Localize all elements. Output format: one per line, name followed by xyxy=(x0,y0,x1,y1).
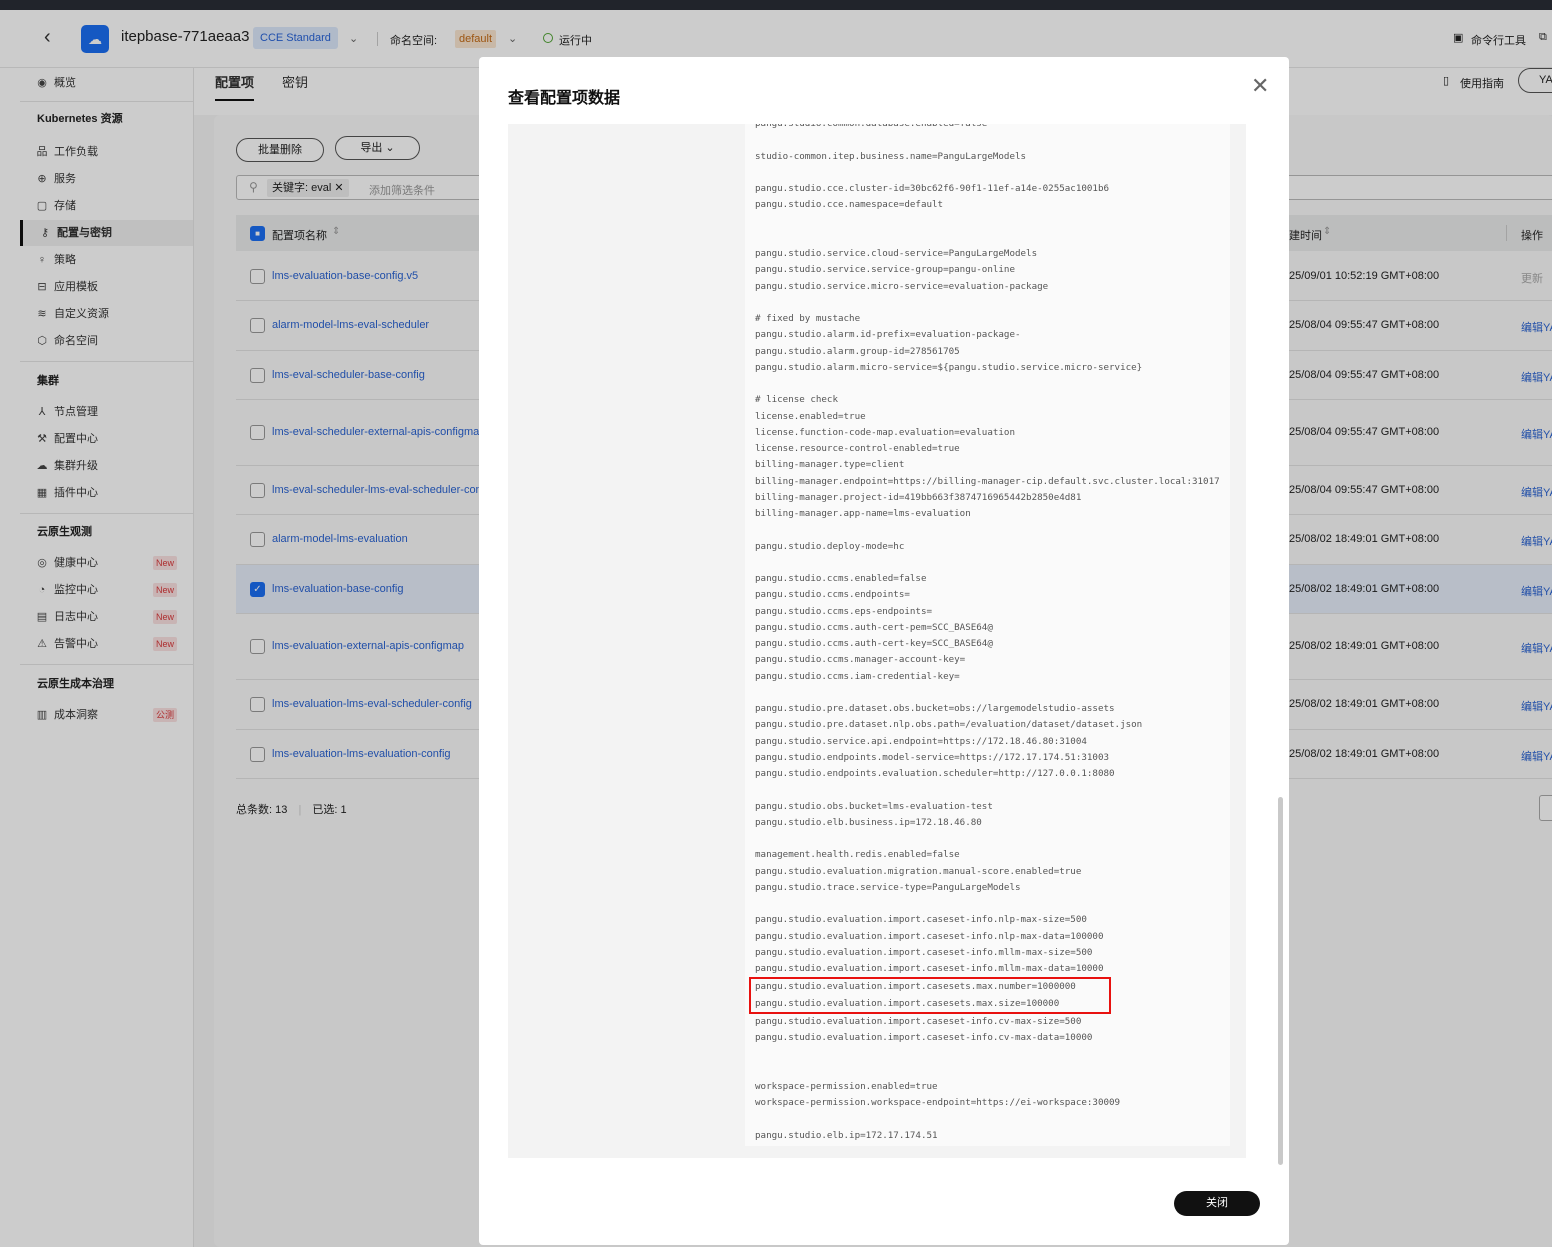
config-line: pangu.studio.evaluation.import.casesets.… xyxy=(755,981,1076,993)
config-line: pangu.studio.ccms.auth-cert-key=SCC_BASE… xyxy=(755,638,993,649)
config-line: pangu.studio.endpoints.evaluation.schedu… xyxy=(755,768,1115,779)
config-line: billing-manager.app-name=lms-evaluation xyxy=(755,508,971,519)
config-line: pangu.studio.cce.cluster-id=30bc62f6-90f… xyxy=(755,183,1110,194)
view-configmap-dialog: 查看配置项数据 ✕ pangu.studio.common.database.e… xyxy=(479,57,1289,1245)
config-line: pangu.studio.deploy-mode=hc xyxy=(755,540,905,552)
config-line: # license check xyxy=(755,394,838,406)
config-line: pangu.studio.service.api.endpoint=https:… xyxy=(755,735,1087,747)
config-line: pangu.studio.service.service-group=pangu… xyxy=(755,264,1015,276)
config-line: pangu.studio.evaluation.migration.manual… xyxy=(755,865,1082,877)
config-line: pangu.studio.evaluation.import.caseset-i… xyxy=(755,930,1104,942)
config-line xyxy=(755,376,1220,392)
config-line: workspace-permission.workspace-endpoint=… xyxy=(755,1097,1121,1108)
config-line: license.enabled=true xyxy=(755,410,866,422)
config-line: workspace-permission.enabled=true xyxy=(755,1080,938,1092)
config-line: pangu.studio.endpoints.model-service=htt… xyxy=(755,751,1110,763)
highlight-box: pangu.studio.evaluation.import.casesets.… xyxy=(749,977,1111,1014)
config-line: pangu.studio.common.database.enabled=fal… xyxy=(755,124,1220,132)
close-button[interactable]: 关闭 xyxy=(1174,1191,1260,1216)
scrollbar[interactable] xyxy=(1278,797,1283,1165)
config-line: pangu.studio.service.micro-service=evalu… xyxy=(755,280,1049,292)
dialog-title: 查看配置项数据 xyxy=(508,90,621,107)
config-line: pangu.studio.alarm.group-id=278561705 xyxy=(755,345,960,357)
config-line xyxy=(755,1063,1220,1079)
config-line: pangu.studio.obs.bucket=lms-evaluation-t… xyxy=(755,800,993,812)
config-line: pangu.studio.ccms.iam-credential-key= xyxy=(755,670,960,682)
config-line: billing-manager.type=client xyxy=(755,459,905,471)
config-line: pangu.studio.pre.dataset.nlp.obs.path=/e… xyxy=(755,719,1143,731)
config-line xyxy=(755,555,1220,571)
config-line: pangu.studio.pre.dataset.obs.bucket=obs:… xyxy=(755,703,1115,714)
config-line: pangu.studio.ccms.endpoints= xyxy=(755,589,910,601)
config-line xyxy=(755,132,1220,148)
dialog-body: pangu.studio.common.database.enabled=fal… xyxy=(508,124,1246,1158)
config-line: license.resource-control-enabled=true xyxy=(755,443,960,454)
config-line xyxy=(755,685,1220,701)
config-line: pangu.studio.cce.namespace=default xyxy=(755,199,944,211)
config-data-viewer[interactable]: pangu.studio.common.database.enabled=fal… xyxy=(745,124,1230,1146)
config-line xyxy=(755,295,1220,311)
config-line: pangu.studio.alarm.micro-service=${pangu… xyxy=(755,361,1143,373)
config-line: billing-manager.endpoint=https://billing… xyxy=(755,475,1220,487)
config-line: pangu.studio.alarm.id-prefix=evaluation-… xyxy=(755,329,1021,341)
close-icon[interactable]: ✕ xyxy=(1251,73,1269,99)
config-line: pangu.studio.evaluation.import.caseset-i… xyxy=(755,1015,1082,1027)
config-line: pangu.studio.evaluation.import.casesets.… xyxy=(755,997,1060,1009)
config-line: # fixed by mustache xyxy=(755,313,861,324)
config-line: pangu.studio.evaluation.import.caseset-i… xyxy=(755,963,1104,974)
config-line xyxy=(755,522,1220,538)
config-line: pangu.studio.ccms.manager-account-key= xyxy=(755,654,966,666)
config-line: license.function-code-map.evaluation=eva… xyxy=(755,426,1015,438)
config-line: pangu.studio.ccms.auth-cert-pem=SCC_BASE… xyxy=(755,621,993,633)
config-line: pangu.studio.elb.ip=172.17.174.51 xyxy=(755,1129,938,1141)
config-line xyxy=(755,1046,1220,1062)
config-line: pangu.studio.evaluation.import.caseset-i… xyxy=(755,1032,1093,1043)
config-line: management.health.redis.enabled=false xyxy=(755,849,960,861)
config-line: pangu.studio.ccms.enabled=false xyxy=(755,573,927,584)
config-line: studio-common.itep.business.name=PanguLa… xyxy=(755,150,1027,162)
config-line: pangu.studio.ccms.eps-endpoints= xyxy=(755,605,933,617)
config-line: pangu.studio.elb.business.ip=172.18.46.8… xyxy=(755,816,982,828)
config-line xyxy=(755,831,1220,847)
config-line: pangu.studio.service.cloud-service=Pangu… xyxy=(755,248,1038,259)
config-line xyxy=(755,896,1220,912)
config-line: pangu.studio.evaluation.import.caseset-i… xyxy=(755,946,1093,958)
config-line xyxy=(755,782,1220,798)
config-line: billing-manager.project-id=419bb663f3874… xyxy=(755,491,1082,503)
config-line: pangu.studio.trace.service-type=PanguLar… xyxy=(755,881,1021,893)
config-line xyxy=(755,165,1220,181)
config-line: pangu.studio.evaluation.import.caseset-i… xyxy=(755,914,1087,926)
config-line xyxy=(755,1111,1220,1127)
config-line xyxy=(755,230,1220,246)
config-line xyxy=(755,214,1220,230)
